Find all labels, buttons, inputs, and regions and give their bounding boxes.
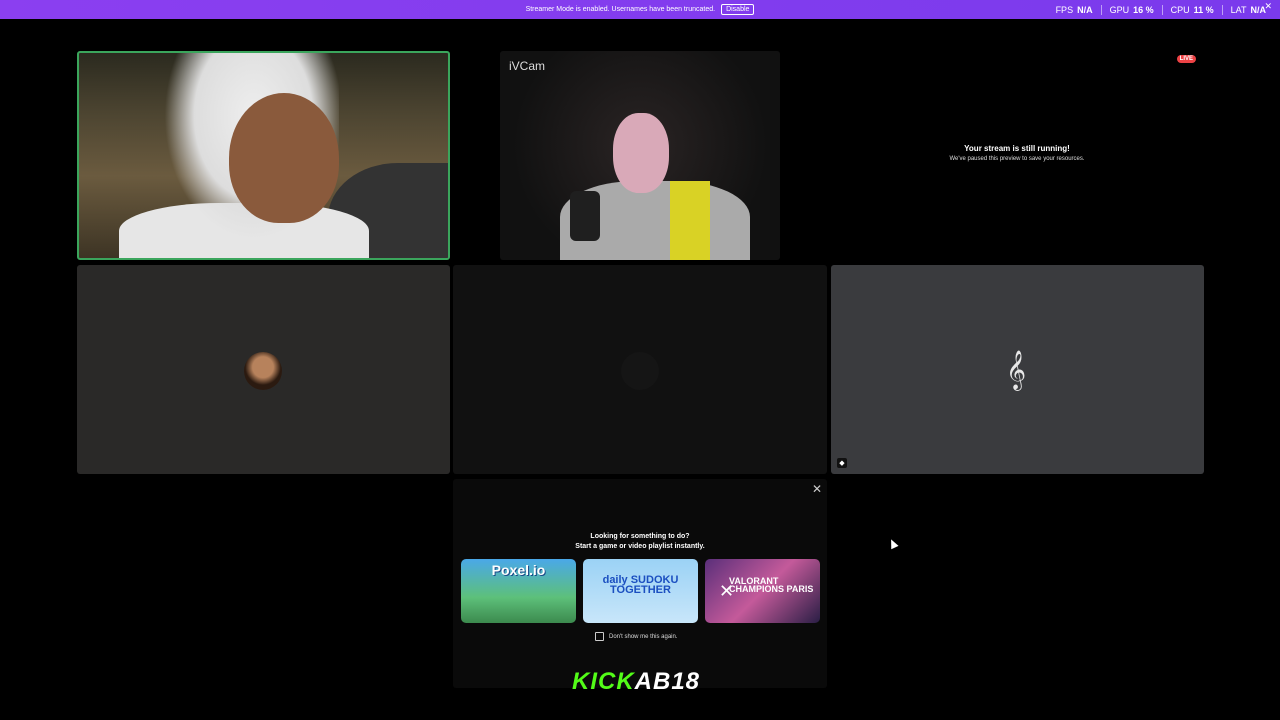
gpu-value: 16 % bbox=[1133, 4, 1154, 15]
stream-running-title: Your stream is still running! bbox=[964, 144, 1070, 153]
microphone-icon bbox=[570, 191, 600, 241]
participant-tile-dark[interactable] bbox=[453, 265, 827, 474]
activity-card-sudoku[interactable]: daily SUDOKU TOGETHER bbox=[583, 559, 698, 623]
participant-face bbox=[229, 93, 339, 223]
stream-paused-message: Your stream is still running! We've paus… bbox=[830, 144, 1204, 162]
activity-card-valorant[interactable]: ✕ VALORANT CHAMPIONS PARIS bbox=[705, 559, 820, 623]
stream-preview-tile[interactable]: LIVE Your stream is still running! We've… bbox=[830, 51, 1204, 260]
panel-title-line2: Start a game or video playlist instantly… bbox=[575, 543, 705, 550]
avatar bbox=[244, 352, 282, 390]
participant-scarf bbox=[670, 181, 710, 260]
panel-title-line1: Looking for something to do? bbox=[590, 533, 690, 540]
fps-stat: FPS N/A bbox=[1048, 4, 1102, 15]
valorant-logo-icon: ✕ bbox=[719, 581, 735, 601]
ivcam-label: iVCam bbox=[509, 59, 546, 73]
activity-card-label: Poxel.io bbox=[491, 562, 546, 578]
activity-suggestion-panel: ✕ Looking for something to do? Start a g… bbox=[453, 479, 827, 688]
activity-card-label: VALORANT CHAMPIONS PARIS bbox=[729, 576, 814, 594]
app-icon: ◆ bbox=[837, 458, 847, 468]
cpu-label: CPU bbox=[1170, 4, 1190, 15]
fps-value: N/A bbox=[1077, 4, 1093, 15]
activity-card-label: daily SUDOKU TOGETHER bbox=[602, 574, 679, 596]
disable-button[interactable]: Disable bbox=[721, 4, 755, 15]
activity-card-poxel[interactable]: Poxel.io bbox=[461, 559, 576, 623]
participant-tile-avatar[interactable] bbox=[77, 265, 450, 474]
close-icon[interactable]: ✕ bbox=[812, 482, 822, 496]
channel-name: AB18 bbox=[634, 668, 701, 695]
dont-show-again[interactable]: Don't show me this again. bbox=[595, 632, 678, 641]
live-badge: LIVE bbox=[1176, 55, 1196, 63]
lat-label: LAT bbox=[1230, 4, 1247, 15]
stream-paused-subtitle: We've paused this preview to save your r… bbox=[949, 156, 1085, 162]
avatar bbox=[621, 352, 659, 390]
kick-logo-text: KICK bbox=[572, 668, 635, 695]
cpu-stat: CPU 11 % bbox=[1163, 4, 1223, 15]
gpu-label: GPU bbox=[1109, 4, 1130, 15]
lat-stat: LAT N/A bbox=[1223, 5, 1266, 15]
panel-title: Looking for something to do? Start a gam… bbox=[453, 532, 827, 552]
video-tile-speaking[interactable] bbox=[77, 51, 450, 260]
music-note-icon: 𝄞 bbox=[1005, 350, 1027, 389]
kick-channel-overlay: KICKAB18 bbox=[572, 668, 700, 696]
video-tile-ivcam[interactable]: iVCam bbox=[500, 51, 780, 260]
banner-message: Streamer Mode is enabled. Usernames have… bbox=[525, 6, 716, 13]
dont-show-label: Don't show me this again. bbox=[609, 633, 678, 640]
participant-tile-music[interactable]: 𝄞 ◆ bbox=[831, 265, 1204, 474]
dont-show-checkbox[interactable] bbox=[595, 632, 604, 641]
gpu-stat: GPU 16 % bbox=[1102, 4, 1163, 15]
participant-mask bbox=[613, 113, 669, 193]
performance-stats: FPS N/A GPU 16 % CPU 11 % LAT N/A bbox=[1048, 0, 1266, 19]
cpu-value: 11 % bbox=[1193, 4, 1214, 15]
banner-close-icon[interactable]: ✕ bbox=[1264, 1, 1272, 12]
mouse-cursor-icon bbox=[887, 537, 899, 550]
fps-label: FPS bbox=[1055, 4, 1074, 15]
activity-cards: Poxel.io daily SUDOKU TOGETHER ✕ VALORAN… bbox=[461, 559, 820, 623]
